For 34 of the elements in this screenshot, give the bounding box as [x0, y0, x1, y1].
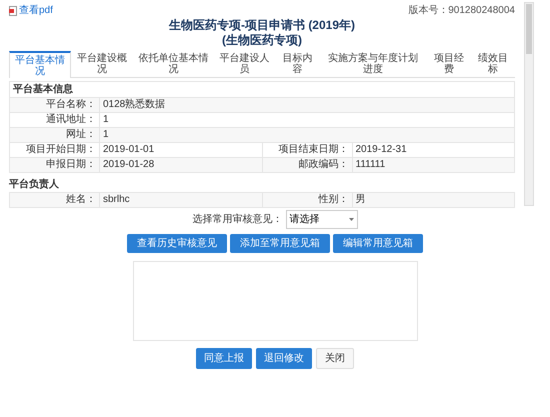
field-value: sbrlhc: [100, 193, 262, 208]
pdf-file-icon: [9, 6, 17, 16]
opinion-button[interactable]: 添加至常用意见箱: [230, 234, 330, 253]
field-label: 申报日期：: [10, 158, 100, 173]
action-button[interactable]: 同意上报: [196, 348, 252, 369]
opinion-button[interactable]: 查看历史审核意见: [127, 234, 227, 253]
tab[interactable]: 绩效目标: [470, 51, 515, 77]
caret-icon: [348, 218, 354, 221]
tab[interactable]: 平台建设人员: [213, 51, 276, 77]
tab[interactable]: 实施方案与年度计划进度: [320, 51, 427, 77]
field-value: 111111: [352, 158, 515, 173]
pdf-link[interactable]: 查看pdf: [9, 3, 53, 18]
action-button[interactable]: 退回修改: [256, 348, 312, 369]
opinion-button[interactable]: 编辑常用意见箱: [333, 234, 423, 253]
tab[interactable]: 项目经费: [426, 51, 471, 77]
field-label: 邮政编码：: [262, 158, 352, 173]
page-title: 生物医药专项-项目申请书 (2019年): [168, 18, 356, 33]
scrollbar-drawing[interactable]: [524, 2, 534, 206]
version-number: 版本号：901280248004: [408, 4, 515, 18]
section-title: 平台负责人: [9, 178, 60, 192]
opinion-textarea[interactable]: [132, 261, 418, 341]
field-label: 姓名：: [10, 193, 100, 208]
tab[interactable]: 依托单位基本情况: [133, 51, 214, 77]
page-subtitle: (生物医药专项): [221, 33, 303, 48]
tab[interactable]: 平台建设概况: [71, 51, 134, 77]
opinion-select[interactable]: 请选择: [286, 210, 358, 229]
select-label: 选择常用审核意见：: [192, 212, 282, 227]
field-value: 2019-01-28: [100, 158, 262, 173]
tab[interactable]: 目标内容: [276, 51, 320, 77]
action-button[interactable]: 关闭: [316, 348, 354, 369]
section-title: 平台基本信息: [9, 81, 515, 97]
field-value: 男: [352, 193, 515, 208]
tab[interactable]: 平台基本情况: [9, 51, 72, 78]
field-label: 性别：: [262, 193, 352, 208]
